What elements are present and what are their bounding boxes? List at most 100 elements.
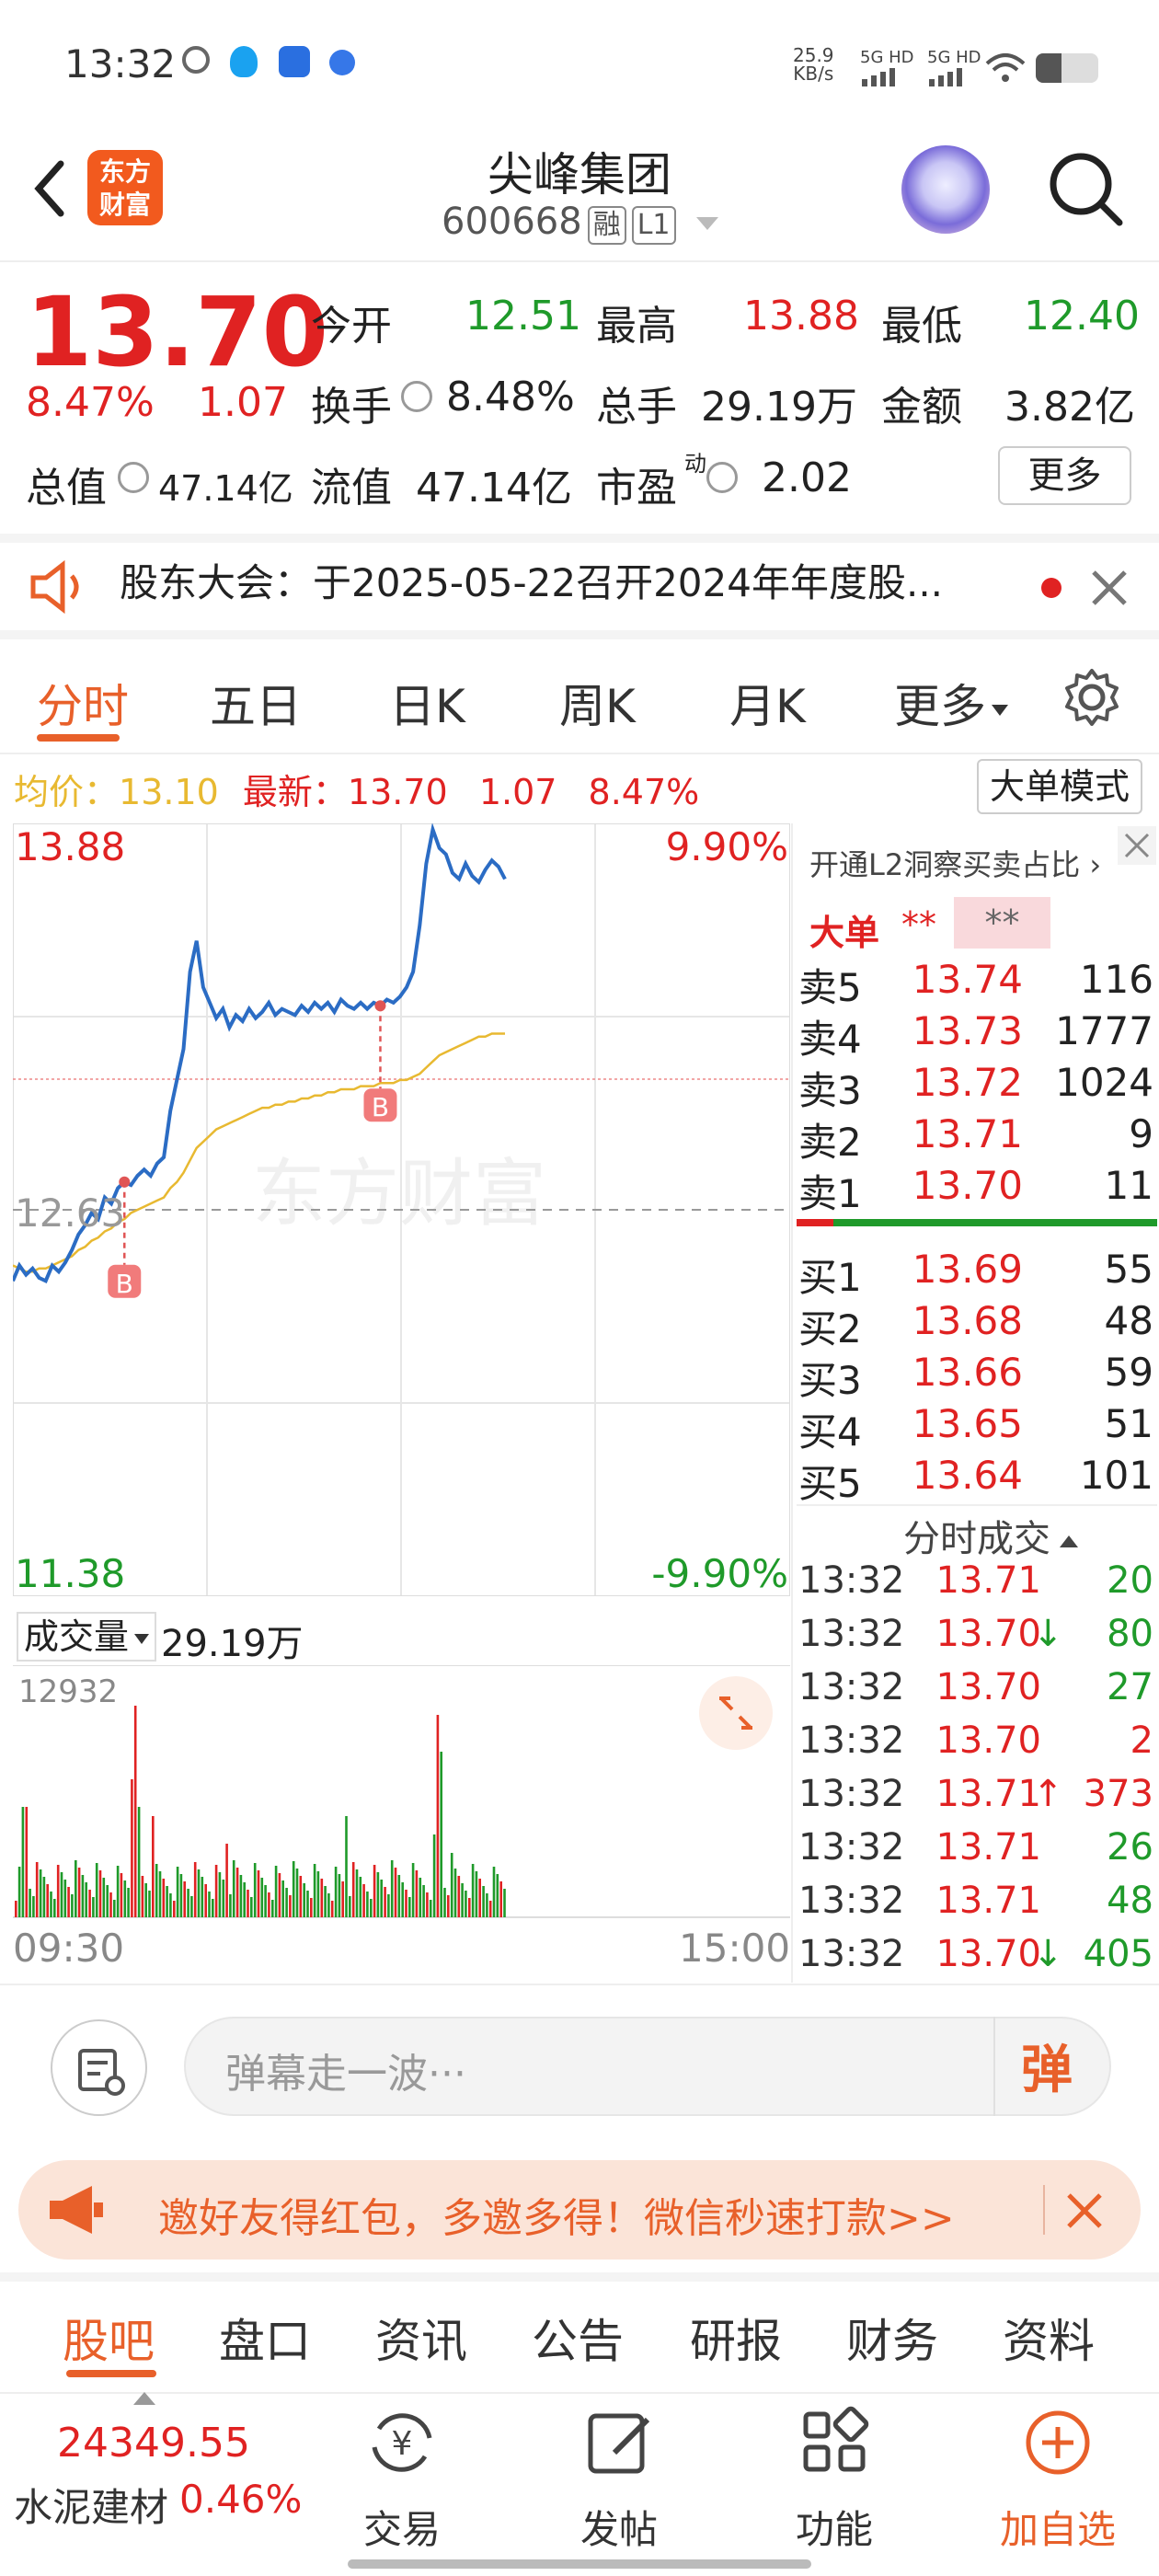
volume-bar (88, 1890, 91, 1917)
ticks-label: 分时成交 (903, 1518, 1050, 1560)
ask-row[interactable]: 卖4 13.73 1777 (793, 1008, 1159, 1062)
bid-row[interactable]: 买2 13.68 48 (793, 1298, 1159, 1351)
gear-icon[interactable] (1061, 667, 1122, 728)
tick-row: 13:32 13.70 27 (793, 1666, 1159, 1719)
comment-settings-button[interactable] (51, 2019, 147, 2116)
volume-bar (292, 1861, 295, 1917)
volume-bar (35, 1862, 39, 1917)
volume-bar (503, 1889, 506, 1917)
more-quote-button[interactable]: 更多 (998, 446, 1131, 505)
tick-row: 13:32 13.71 ↑ 373 (793, 1773, 1159, 1826)
ask-row[interactable]: 卖1 13.70 11 (793, 1163, 1159, 1216)
tab-profile[interactable]: 资料 (1003, 2305, 1095, 2371)
level-price: 13.72 (912, 1060, 1023, 1105)
status-time: 13:32 (64, 41, 177, 86)
volume-bar (264, 1885, 267, 1917)
info-icon[interactable] (706, 462, 738, 493)
back-arrow-icon[interactable] (28, 156, 74, 221)
bid-row[interactable]: 买3 13.66 59 (793, 1350, 1159, 1403)
volume-bar (475, 1871, 478, 1917)
tab-intraday[interactable]: 分时 (37, 670, 129, 736)
volume-label: 成交量 (24, 1616, 130, 1657)
close-icon[interactable] (1065, 2191, 1104, 2230)
volume-bar (310, 1898, 313, 1917)
volume-bar (341, 1881, 344, 1917)
divider (797, 1504, 1157, 1506)
latest-pct: 8.47% (588, 772, 700, 812)
tab-forum[interactable]: 股吧 (63, 2305, 155, 2371)
volume-selector[interactable]: 成交量 (17, 1612, 157, 1662)
volume-bar (148, 1891, 151, 1917)
functions-button[interactable]: 功能 (765, 2401, 903, 2552)
dropdown-icon (696, 217, 719, 230)
index-value[interactable]: 24349.55 (57, 2420, 250, 2467)
volume-bar (169, 1893, 172, 1917)
level-tag: L1 (631, 206, 676, 245)
danmaku-toggle-button[interactable]: 弹 (1021, 2029, 1122, 2121)
tick-volume: 2 (1130, 1719, 1153, 1762)
high-value: 13.88 (743, 293, 859, 339)
big-order-mode-button[interactable]: 大单模式 (977, 759, 1142, 814)
tab-announcements[interactable]: 公告 (532, 2305, 624, 2371)
open-value: 12.51 (465, 293, 581, 339)
tab-weekly-k[interactable]: 周K (559, 670, 636, 736)
volume-bar (453, 1869, 457, 1917)
tick-price: 13.71 (935, 1559, 1041, 1602)
info-icon[interactable] (118, 462, 149, 493)
robot-assistant-icon[interactable] (901, 145, 990, 234)
tick-arrow: ↓ (1032, 1933, 1063, 1975)
volume-bar (71, 1894, 74, 1917)
tab-daily-k[interactable]: 日K (389, 670, 465, 736)
volume-bar (201, 1877, 204, 1917)
ticks-header[interactable]: 分时成交 (903, 1509, 1078, 1562)
caret-up-icon[interactable] (133, 2392, 155, 2405)
danmaku-placeholder: 弹幕走一波··· (225, 2051, 466, 2098)
tab-market-depth[interactable]: 盘口 (219, 2305, 311, 2371)
tick-row: 13:32 13.70 ↓ 80 (793, 1613, 1159, 1666)
close-icon[interactable] (1090, 569, 1129, 607)
y-top-label: 13.88 (15, 824, 125, 869)
level-volume: 51 (1104, 1401, 1153, 1446)
tab-research[interactable]: 研报 (690, 2305, 782, 2371)
ask-row[interactable]: 卖2 13.71 9 (793, 1111, 1159, 1165)
volume-bar (397, 1875, 401, 1917)
tab-more[interactable]: 更多 (894, 670, 1008, 736)
dropdown-icon (992, 704, 1008, 716)
volume-bar (394, 1868, 397, 1917)
ask-row[interactable]: 卖5 13.74 116 (793, 957, 1159, 1010)
close-icon[interactable] (1117, 825, 1157, 866)
volume-bar (436, 1715, 440, 1917)
intraday-chart[interactable]: 东方财富 BB 13.88 12.63 11.38 9.90% -9.90% (13, 823, 790, 1596)
volume-bar (247, 1890, 249, 1917)
stock-code-row[interactable]: 600668 融 L1 (442, 201, 719, 245)
info-icon[interactable] (401, 381, 432, 412)
divider (993, 2017, 995, 2116)
volume-bar (376, 1872, 380, 1917)
big-order-val1: ** (901, 904, 936, 945)
tick-volume: 27 (1107, 1666, 1153, 1708)
volume-bar (271, 1900, 274, 1917)
ask-row[interactable]: 卖3 13.72 1024 (793, 1060, 1159, 1113)
tick-row: 13:32 13.71 26 (793, 1826, 1159, 1880)
pe-value: 2.02 (762, 454, 852, 501)
tick-price: 13.70 (935, 1933, 1041, 1975)
add-watchlist-button[interactable]: 加自选 (989, 2401, 1127, 2552)
bid-row[interactable]: 买5 13.64 101 (793, 1453, 1159, 1506)
tick-row: 13:32 13.70 ↓ 405 (793, 1933, 1159, 1986)
volume-bar (250, 1897, 253, 1917)
bid-row[interactable]: 买4 13.65 51 (793, 1401, 1159, 1455)
index-name[interactable]: 水泥建材 (14, 2477, 168, 2533)
expand-icon[interactable] (699, 1676, 773, 1750)
tab-finance[interactable]: 财务 (846, 2305, 938, 2371)
dropdown-icon (134, 1634, 150, 1644)
pe-sup: 动 (684, 451, 706, 477)
home-indicator[interactable] (348, 2559, 811, 2569)
search-icon[interactable] (1044, 147, 1127, 230)
trade-button[interactable]: ¥ 交易 (333, 2401, 471, 2552)
bid-row[interactable]: 买1 13.69 55 (793, 1247, 1159, 1300)
post-button[interactable]: 发帖 (550, 2401, 688, 2552)
l2-link[interactable]: 开通L2洞察买卖占比 › (809, 842, 1101, 884)
tab-five-day[interactable]: 五日 (210, 670, 302, 736)
tab-monthly-k[interactable]: 月K (729, 670, 806, 736)
tab-news[interactable]: 资讯 (375, 2305, 467, 2371)
